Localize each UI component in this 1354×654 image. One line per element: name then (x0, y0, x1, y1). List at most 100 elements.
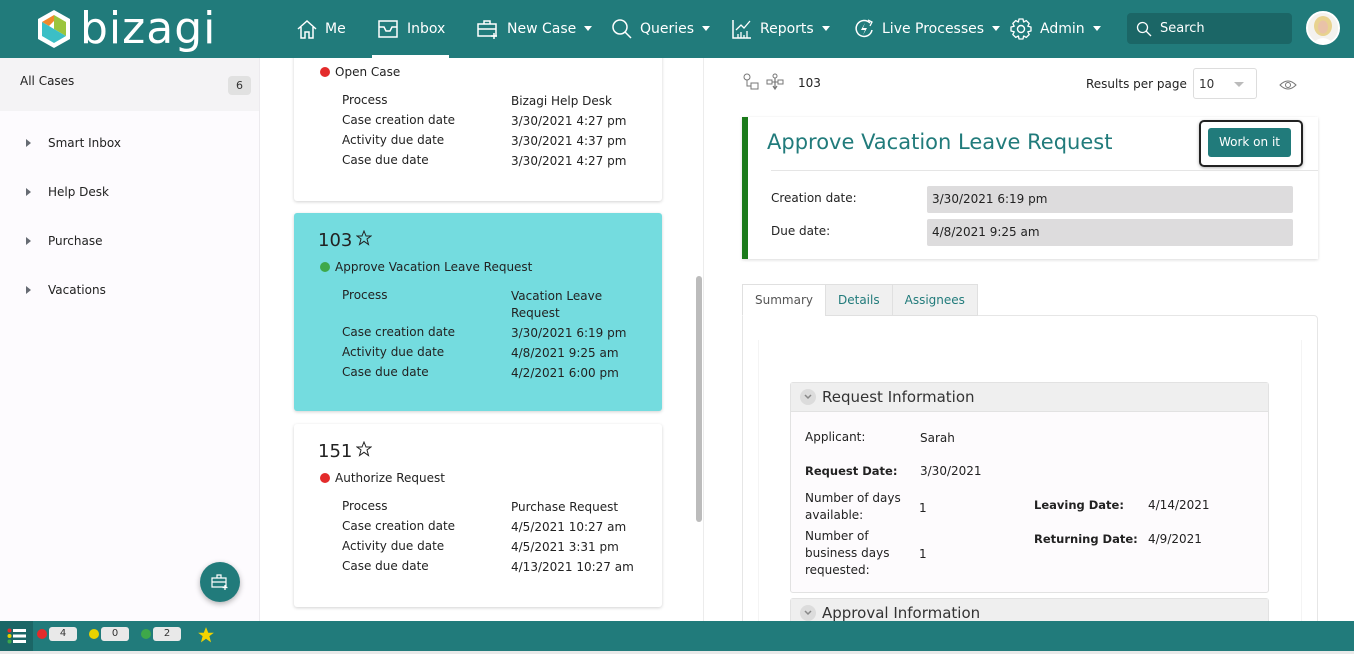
field-value: 4/13/2021 10:27 am (511, 560, 634, 574)
sidebar-item-purchase[interactable]: Purchase (0, 227, 259, 257)
on-time-counter[interactable]: 2 (141, 627, 181, 641)
sidebar: All Cases 6 Smart Inbox Help Desk Purcha… (0, 58, 260, 621)
results-per-page-select[interactable]: 10 (1193, 68, 1257, 99)
request-information-header[interactable]: Request Information (791, 383, 1268, 412)
search-placeholder: Search (1160, 21, 1205, 36)
applicant-label: Applicant: (805, 430, 866, 444)
process-graph-icon[interactable] (766, 73, 784, 94)
field-key: Case due date (342, 365, 429, 379)
request-date-value: 3/30/2021 (920, 464, 982, 478)
field-key: Activity due date (342, 345, 445, 359)
expand-arrow-icon[interactable] (26, 139, 31, 147)
chevron-down-icon (584, 25, 593, 31)
status-dot-red (37, 629, 47, 639)
sidebar-item-help-desk[interactable]: Help Desk (0, 178, 259, 208)
nav-queries[interactable]: Queries (611, 0, 711, 58)
due-date-label: Due date: (771, 224, 831, 238)
overdue-count: 4 (49, 627, 77, 641)
list-icon (7, 628, 26, 644)
all-cases-count-badge: 6 (228, 76, 251, 95)
top-navigation-bar: bizagi Me Inbox New Case Queries Reports (0, 0, 1354, 58)
search-icon (611, 18, 633, 40)
case-activity: Approve Vacation Leave Request (320, 260, 532, 274)
new-case-icon (211, 574, 228, 590)
case-number-text: 151 (318, 441, 353, 462)
business-days-label: Number of business days requested: (805, 529, 890, 577)
case-list-toggle-button[interactable] (0, 621, 33, 651)
workflow-icon[interactable] (742, 73, 760, 94)
activity-title: Approve Vacation Leave Request (767, 130, 1113, 154)
new-case-fab-button[interactable] (200, 562, 240, 602)
bizagi-logo[interactable]: bizagi (36, 5, 216, 53)
detail-case-number: 103 (798, 76, 821, 90)
chevron-down-icon (800, 389, 816, 405)
applicant-value: Sarah (920, 431, 955, 445)
request-date-label: Request Date: (805, 464, 898, 478)
star-icon[interactable] (197, 626, 215, 647)
chevron-down-icon (821, 25, 830, 31)
field-value: 4/5/2021 10:27 am (511, 520, 627, 534)
sidebar-item-label: Help Desk (48, 185, 109, 199)
field-key: Activity due date (342, 133, 445, 147)
field-value: 3/30/2021 4:37 pm (511, 134, 627, 148)
tab-assignees[interactable]: Assignees (891, 284, 978, 316)
star-icon[interactable] (355, 440, 373, 462)
tab-details[interactable]: Details (825, 284, 893, 316)
panel-divider (703, 58, 704, 621)
nav-reports[interactable]: Reports (731, 0, 830, 58)
chevron-down-icon (1234, 82, 1244, 87)
field-value: 4/8/2021 9:25 am (511, 346, 619, 360)
status-dot-yellow (89, 629, 99, 639)
chevron-down-icon (992, 25, 1001, 31)
nav-live-processes[interactable]: Live Processes (853, 0, 1001, 58)
days-available-value: 1 (919, 501, 927, 515)
leaving-date-label: Leaving Date: (1034, 498, 1124, 512)
field-key: Process (342, 499, 388, 513)
reports-icon (731, 18, 753, 40)
field-key: Case creation date (342, 519, 456, 533)
field-value: Vacation Leave Request (511, 289, 603, 320)
nav-me[interactable]: Me (296, 0, 346, 58)
search-input[interactable]: Search (1127, 13, 1292, 44)
expand-arrow-icon[interactable] (26, 286, 31, 294)
nav-admin-label: Admin (1040, 21, 1085, 37)
case-card[interactable]: Open Case Process Bizagi Help Desk Case c… (294, 58, 662, 201)
field-key: Case creation date (342, 113, 456, 127)
group-title: Request Information (822, 388, 975, 406)
work-on-it-button[interactable]: Work on it (1208, 128, 1291, 157)
case-card-selected[interactable]: 103 Approve Vacation Leave Request Proce… (294, 213, 662, 411)
status-dot-red (320, 67, 330, 77)
field-key: Process (342, 93, 388, 107)
user-photo (1308, 13, 1338, 43)
sidebar-item-label: Vacations (48, 283, 106, 297)
field-key: Activity due date (342, 539, 445, 553)
days-available-label: Number of days available: (805, 491, 901, 522)
case-card[interactable]: 151 Authorize Request Process Purchase Re… (294, 424, 662, 607)
field-value: Purchase Request (511, 500, 619, 514)
home-icon (296, 18, 318, 40)
star-icon[interactable] (355, 229, 373, 251)
tab-summary[interactable]: Summary (742, 284, 826, 316)
returning-date-value: 4/9/2021 (1148, 532, 1202, 546)
case-list-scrollbar[interactable] (696, 276, 702, 522)
at-risk-counter[interactable]: 0 (89, 627, 129, 641)
user-avatar[interactable] (1306, 11, 1340, 45)
status-dot-green (141, 629, 151, 639)
expand-arrow-icon[interactable] (26, 237, 31, 245)
case-list: Open Case Process Bizagi Help Desk Case c… (261, 58, 703, 621)
leaving-date-value: 4/14/2021 (1148, 498, 1210, 512)
overdue-counter[interactable]: 4 (37, 627, 77, 641)
eye-icon[interactable] (1279, 78, 1297, 95)
nav-inbox[interactable]: Inbox (372, 0, 450, 58)
nav-admin[interactable]: Admin (1009, 0, 1101, 58)
sidebar-item-smart-inbox[interactable]: Smart Inbox (0, 129, 259, 159)
case-number: 103 (318, 229, 373, 251)
sidebar-item-vacations[interactable]: Vacations (0, 276, 259, 306)
field-key: Case due date (342, 559, 429, 573)
creation-date-value: 3/30/2021 6:19 pm (927, 186, 1293, 213)
nav-new-case[interactable]: New Case (476, 0, 593, 58)
sidebar-item-all-cases[interactable]: All Cases 6 (0, 58, 259, 111)
expand-arrow-icon[interactable] (26, 188, 31, 196)
detail-toolbar: 103 (742, 72, 821, 94)
case-number: 151 (318, 440, 373, 462)
